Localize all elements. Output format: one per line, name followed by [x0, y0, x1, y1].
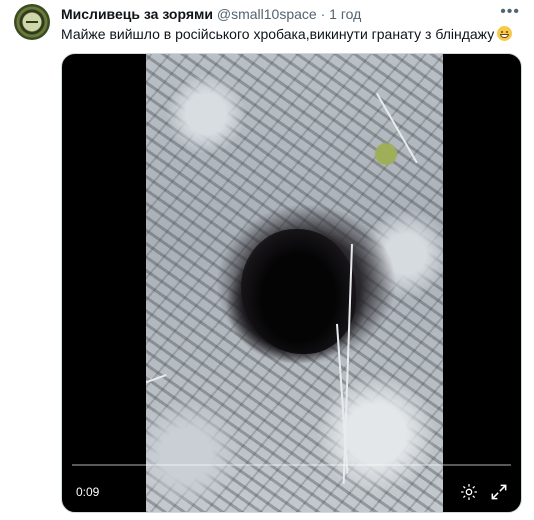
gear-icon[interactable] [459, 482, 479, 502]
video-player[interactable]: 0:09 [61, 53, 522, 513]
tweet-text: Майже вийшло в російського хробака,викин… [61, 25, 522, 43]
tweet-time[interactable]: 1 год [329, 6, 361, 22]
tweet-text-content: Майже вийшло в російського хробака,викин… [61, 26, 495, 42]
grinning-face-emoji-icon [497, 26, 513, 41]
video-progress-bar[interactable] [72, 464, 511, 466]
author-name[interactable]: Мисливець за зорями [61, 6, 213, 22]
video-frame[interactable] [146, 54, 443, 512]
author-handle[interactable]: @small10space [217, 6, 317, 22]
stick-4 [376, 93, 418, 164]
stick-3 [146, 374, 167, 397]
avatar[interactable] [14, 4, 50, 40]
video-timecode: 0:09 [76, 485, 100, 499]
tweet-header: Мисливець за зорями @small10space · 1 го… [61, 5, 494, 23]
separator-dot: · [320, 6, 326, 22]
fullscreen-icon[interactable] [489, 482, 509, 502]
more-options-icon[interactable]: ••• [500, 3, 520, 21]
